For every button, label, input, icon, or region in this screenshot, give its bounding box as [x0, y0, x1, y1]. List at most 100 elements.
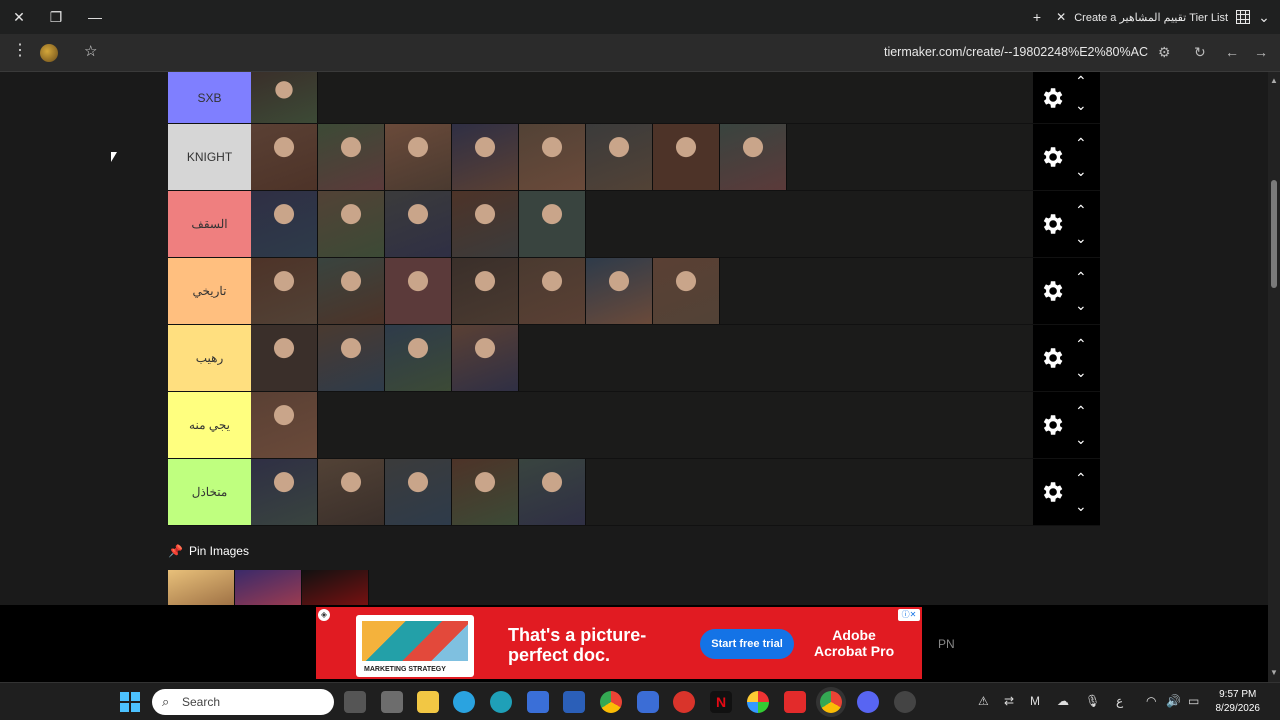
tier-items-area[interactable] [251, 72, 1100, 123]
tier-settings-gear-icon[interactable] [1039, 211, 1065, 237]
move-tier-down-icon[interactable]: ⌄ [1075, 499, 1089, 513]
tier-items-area[interactable] [251, 459, 1100, 525]
tray-m-icon[interactable]: M [1030, 694, 1040, 708]
move-tier-up-icon[interactable]: ⌃ [1075, 203, 1089, 217]
new-tab-icon[interactable]: + [1028, 8, 1046, 26]
scroll-down-icon[interactable]: ▼ [1270, 668, 1278, 677]
tier-label[interactable]: رهيب [168, 325, 251, 391]
tier-image[interactable] [251, 191, 318, 257]
tier-items-area[interactable] [251, 124, 1100, 190]
move-tier-up-icon[interactable]: ⌃ [1075, 74, 1089, 88]
telegram-icon[interactable] [453, 691, 475, 713]
url-field[interactable]: tiermaker.com/create/--19802248%E2%80%AC [884, 45, 1148, 59]
tray-app-icon[interactable]: ⇄ [1004, 694, 1014, 708]
language-icon[interactable]: ع [1116, 694, 1123, 708]
tab-search-chevron-icon[interactable]: ⌄ [1255, 8, 1273, 26]
browser-menu-icon[interactable]: ⋮ [12, 43, 28, 59]
tier-image[interactable] [519, 124, 586, 190]
tier-image[interactable] [519, 191, 586, 257]
move-tier-down-icon[interactable]: ⌄ [1075, 164, 1089, 178]
app-icon[interactable] [894, 691, 916, 713]
tier-image[interactable] [318, 191, 385, 257]
tier-image[interactable] [318, 124, 385, 190]
color-app-icon[interactable] [747, 691, 769, 713]
move-tier-down-icon[interactable]: ⌄ [1075, 365, 1089, 379]
tier-settings-gear-icon[interactable] [1039, 479, 1065, 505]
start-windows-icon[interactable] [120, 692, 140, 712]
page-scrollbar[interactable]: ▲ ▼ [1268, 72, 1280, 682]
tier-items-area[interactable] [251, 191, 1100, 257]
scroll-up-icon[interactable]: ▲ [1270, 76, 1278, 85]
tier-settings-gear-icon[interactable] [1039, 85, 1065, 111]
battery-icon[interactable]: ▭ [1188, 694, 1199, 708]
task-view-icon[interactable] [344, 691, 366, 713]
tier-image[interactable] [318, 459, 385, 525]
move-tier-down-icon[interactable]: ⌄ [1075, 298, 1089, 312]
pin-image[interactable] [235, 570, 302, 605]
move-tier-down-icon[interactable]: ⌄ [1075, 231, 1089, 245]
tier-image[interactable] [653, 124, 720, 190]
move-tier-up-icon[interactable]: ⌃ [1075, 404, 1089, 418]
tab-close-icon[interactable]: ✕ [1056, 10, 1066, 24]
taskbar-search-input[interactable]: ⌕ Search [152, 689, 334, 715]
chrome-icon[interactable] [600, 691, 622, 713]
tier-label[interactable]: يجي منه [168, 392, 251, 458]
site-settings-icon[interactable]: ⚙ [1158, 44, 1171, 61]
wifi-icon[interactable]: ◠ [1146, 694, 1156, 708]
tier-items-area[interactable] [251, 392, 1100, 458]
move-tier-up-icon[interactable]: ⌃ [1075, 270, 1089, 284]
clock[interactable]: 9:57 PM 8/29/2026 [1216, 688, 1261, 716]
tier-image[interactable] [452, 459, 519, 525]
tier-image[interactable] [385, 124, 452, 190]
minimize-window-icon[interactable]: — [86, 8, 104, 26]
network-tray-icon[interactable]: ⚠ [978, 694, 989, 708]
edge-icon[interactable] [490, 691, 512, 713]
tier-image[interactable] [251, 124, 318, 190]
wps-icon[interactable] [784, 691, 806, 713]
tier-image[interactable] [385, 258, 452, 324]
tier-image[interactable] [251, 258, 318, 324]
move-tier-down-icon[interactable]: ⌄ [1075, 98, 1089, 112]
tier-items-area[interactable] [251, 258, 1100, 324]
pin-image[interactable] [302, 570, 369, 605]
tier-items-area[interactable] [251, 325, 1100, 391]
microphone-icon[interactable]: 🎙 [1085, 694, 1100, 708]
tier-image[interactable] [251, 325, 318, 391]
netflix-icon[interactable]: N [710, 691, 732, 713]
tier-label[interactable]: السقف [168, 191, 251, 257]
tier-settings-gear-icon[interactable] [1039, 345, 1065, 371]
tier-label[interactable]: KNIGHT [168, 124, 251, 190]
close-window-icon[interactable]: ✕ [10, 8, 28, 26]
tier-settings-gear-icon[interactable] [1039, 144, 1065, 170]
mail-icon[interactable] [563, 691, 585, 713]
reload-icon[interactable]: ↻ [1194, 44, 1206, 61]
tier-image[interactable] [586, 124, 653, 190]
tier-image[interactable] [519, 459, 586, 525]
forward-arrow-icon[interactable]: → [1254, 44, 1268, 60]
tier-image[interactable] [385, 191, 452, 257]
tier-label[interactable]: تاريخي [168, 258, 251, 324]
back-arrow-icon[interactable]: ← [1225, 44, 1239, 60]
file-explorer-icon[interactable] [417, 691, 439, 713]
ad-cta-button[interactable]: Start free trial [700, 629, 794, 659]
tier-image[interactable] [318, 258, 385, 324]
pdf-app-icon[interactable] [673, 691, 695, 713]
browser-tab[interactable]: ✕ Create a تقييم المشاهير Tier List [1056, 4, 1250, 30]
move-tier-up-icon[interactable]: ⌃ [1075, 337, 1089, 351]
move-tier-down-icon[interactable]: ⌄ [1075, 432, 1089, 446]
tier-image[interactable] [385, 325, 452, 391]
tier-label[interactable]: متخاذل [168, 459, 251, 525]
tier-image[interactable] [251, 72, 318, 123]
adobe-ad[interactable]: ◈ MARKETING STRATEGY That's a picture- p… [316, 607, 922, 679]
chrome-active-icon[interactable] [820, 691, 842, 713]
widgets-icon[interactable] [381, 691, 403, 713]
tier-image[interactable] [452, 258, 519, 324]
store-icon[interactable] [527, 691, 549, 713]
tier-settings-gear-icon[interactable] [1039, 412, 1065, 438]
tier-image[interactable] [452, 325, 519, 391]
tier-image[interactable] [385, 459, 452, 525]
tier-image[interactable] [720, 124, 787, 190]
tier-image[interactable] [318, 325, 385, 391]
tier-image[interactable] [251, 459, 318, 525]
chat-icon[interactable] [637, 691, 659, 713]
